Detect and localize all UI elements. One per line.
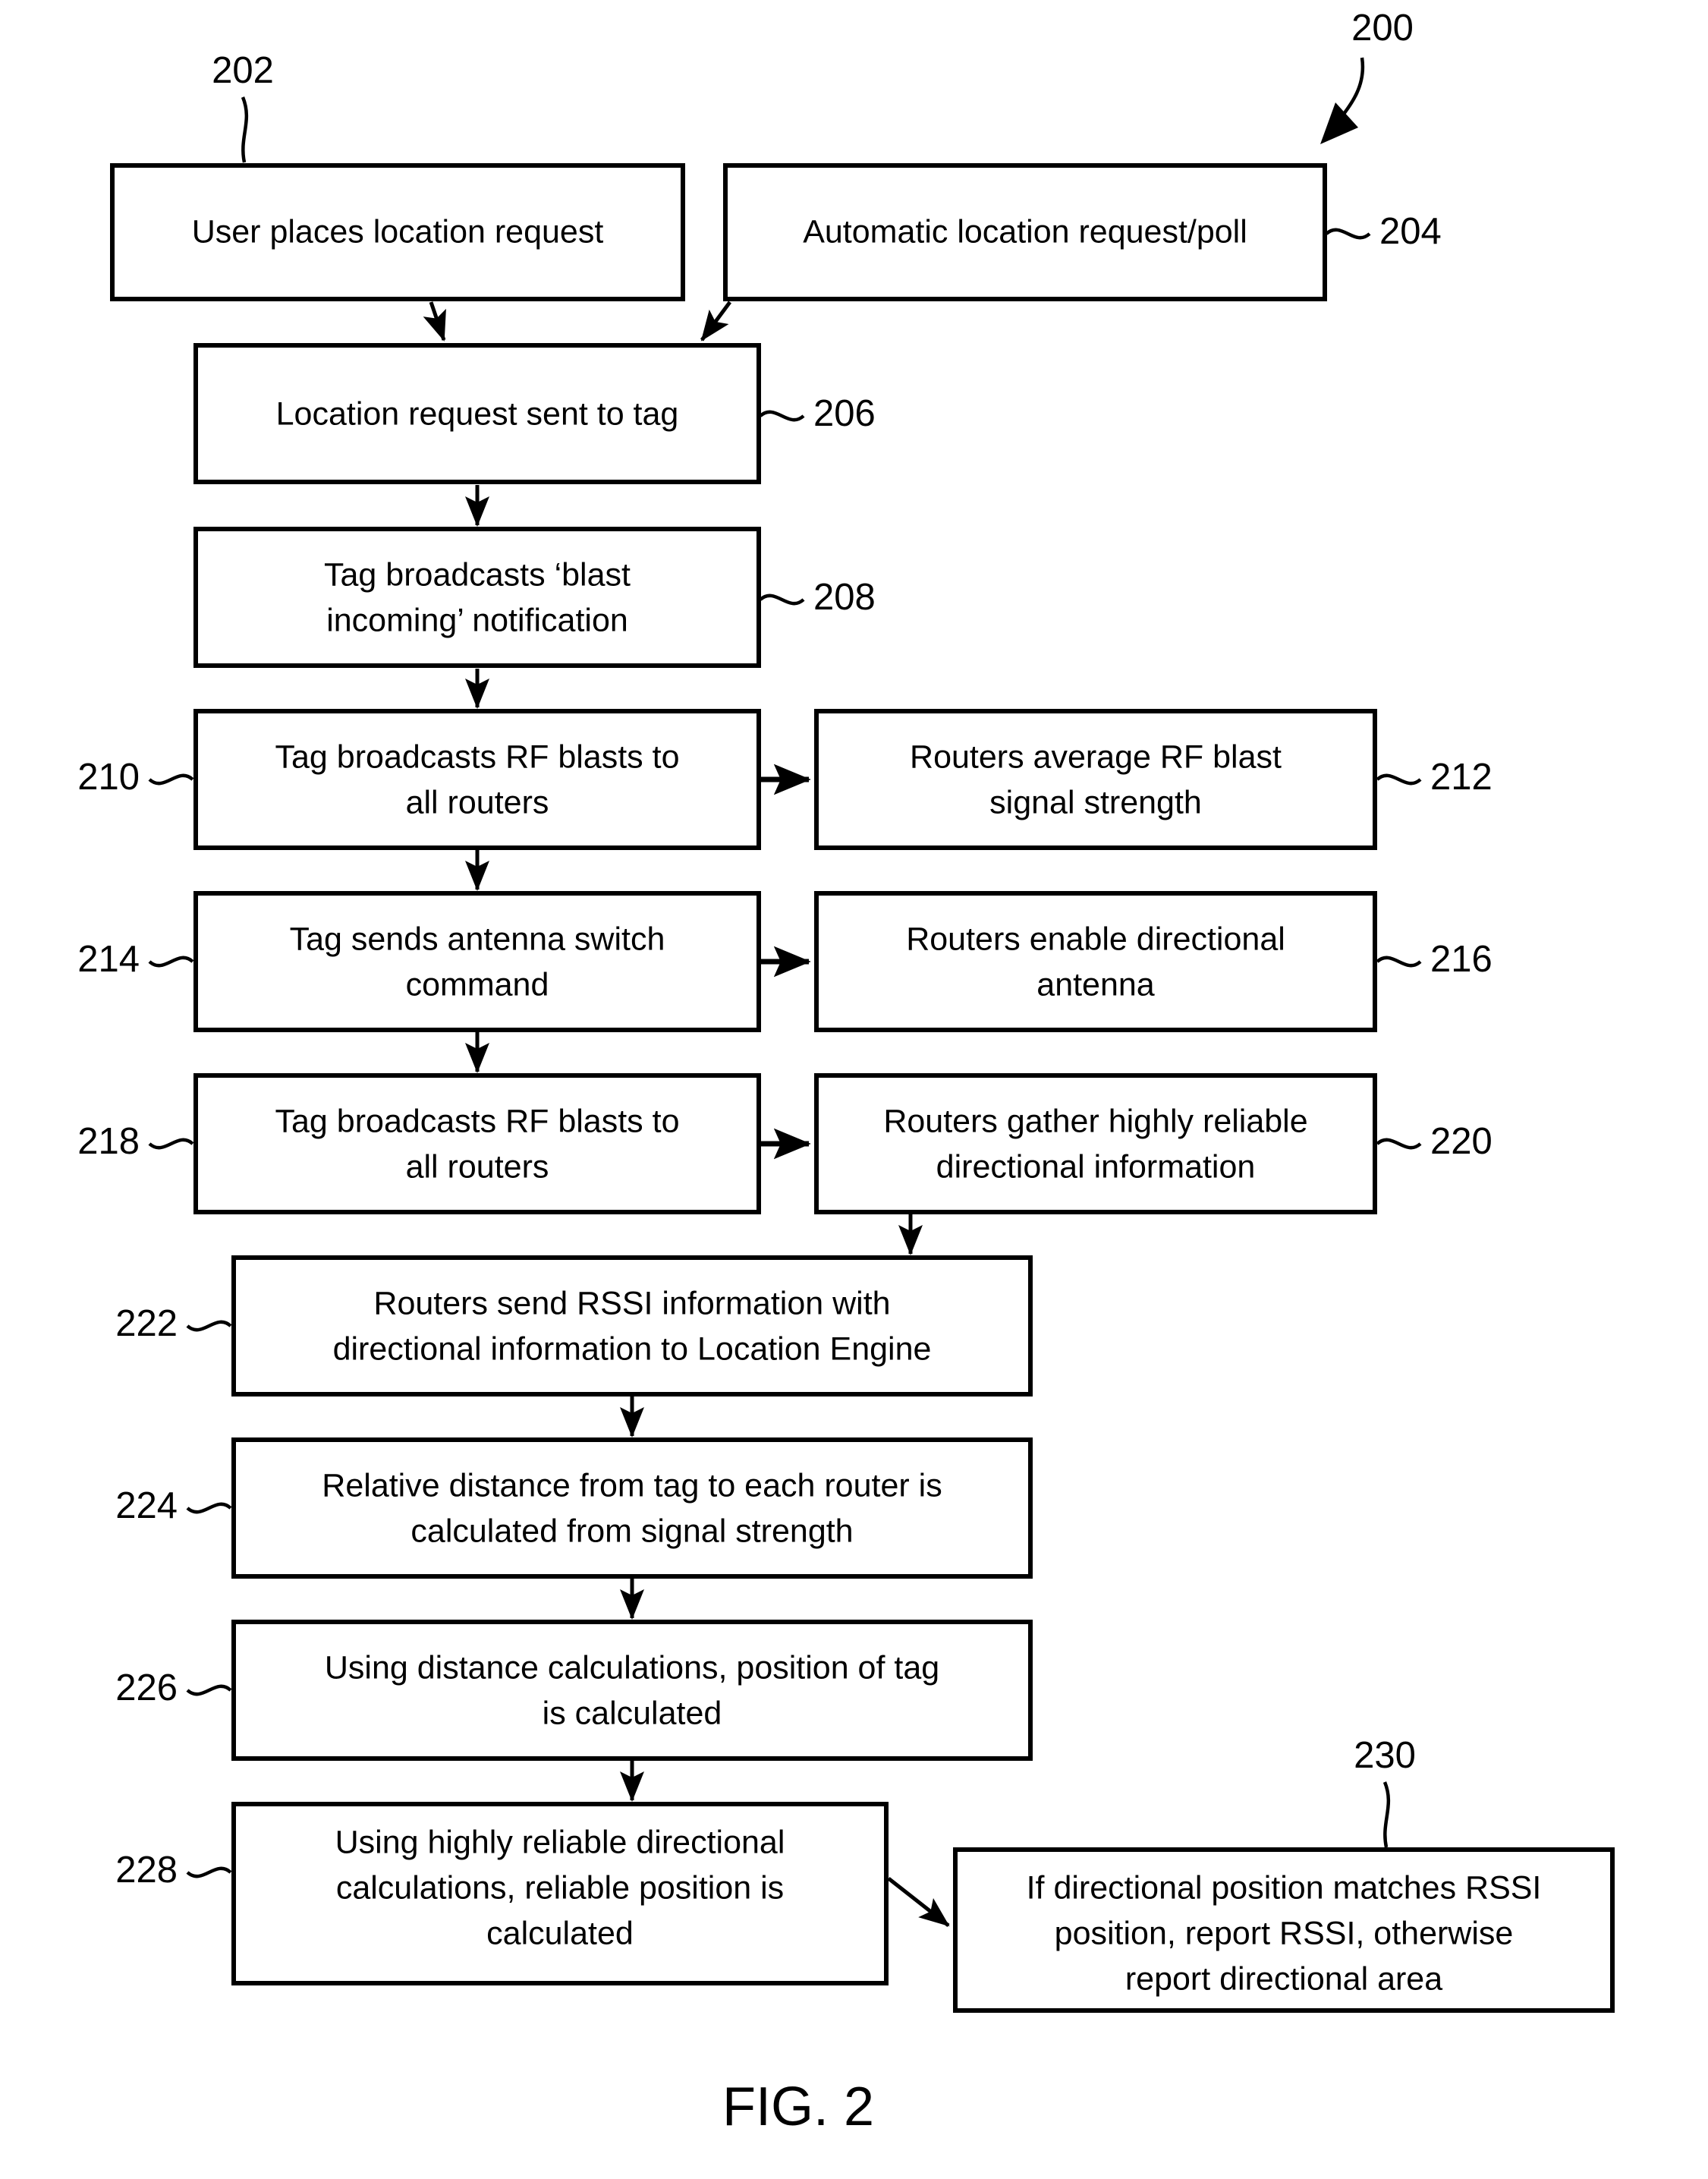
node-204-line-0: Automatic location request/poll — [803, 213, 1247, 250]
edge-202-to-206 — [423, 301, 446, 342]
node-212-leader — [1376, 773, 1422, 786]
node-212-line-0: Routers average RF blast — [910, 738, 1282, 775]
node-216-line-0: Routers enable directional — [906, 921, 1285, 957]
node-230-line-1: position, report RSSI, otherwise — [1055, 1915, 1514, 1951]
patent-figure-2: 200 User places location request 202 Aut… — [0, 0, 1708, 2179]
node-214-ref: 214 — [77, 939, 140, 980]
node-224-line-1: calculated from signal strength — [410, 1513, 853, 1549]
node-206-leader — [759, 410, 805, 422]
node-208-line-0: Tag broadcasts ‘blast — [324, 556, 631, 593]
node-218-ref: 218 — [77, 1121, 140, 1162]
node-226-leader — [186, 1684, 232, 1696]
node-224-ref: 224 — [115, 1485, 178, 1526]
edge-228-to-230 — [887, 1877, 950, 1927]
node-224-line-0: Relative distance from tag to each route… — [322, 1467, 942, 1504]
node-228-line-0: Using highly reliable directional — [335, 1824, 785, 1860]
node-230-line-0: If directional position matches RSSI — [1027, 1869, 1542, 1906]
node-214-line-0: Tag sends antenna switch — [290, 921, 665, 957]
node-202-line-0: User places location request — [192, 213, 604, 250]
node-220-box — [814, 1073, 1377, 1214]
node-216-ref: 216 — [1430, 939, 1493, 980]
node-214-box — [193, 891, 761, 1032]
node-216-leader — [1376, 956, 1422, 968]
node-218-leader — [148, 1138, 194, 1150]
node-228-leader — [186, 1866, 232, 1878]
node-208-line-1: incoming’ notification — [326, 602, 628, 638]
node-220-ref: 220 — [1430, 1121, 1493, 1162]
node-210-ref: 210 — [77, 757, 140, 798]
node-210-leader — [148, 773, 194, 786]
node-224-leader — [186, 1502, 232, 1514]
node-228-line-2: calculated — [486, 1915, 634, 1951]
node-216-box — [814, 891, 1377, 1032]
node-208-box — [193, 527, 761, 668]
node-210-box — [193, 709, 761, 850]
node-224-box — [231, 1437, 1033, 1579]
node-204-leader — [1325, 228, 1371, 240]
node-210-line-0: Tag broadcasts RF blasts to — [275, 738, 680, 775]
node-220-line-1: directional information — [936, 1148, 1256, 1185]
node-230-line-2: report directional area — [1125, 1960, 1442, 1997]
node-208-ref: 208 — [813, 577, 876, 618]
node-222-line-0: Routers send RSSI information with — [373, 1285, 890, 1321]
node-222-leader — [186, 1320, 232, 1332]
figure-caption: FIG. 2 — [722, 2077, 874, 2137]
node-204-ref: 204 — [1379, 211, 1442, 252]
node-210-line-1: all routers — [406, 784, 549, 820]
node-218-line-0: Tag broadcasts RF blasts to — [275, 1103, 680, 1139]
node-206-ref: 206 — [813, 393, 876, 434]
node-222-line-1: directional information to Location Engi… — [333, 1330, 932, 1367]
node-212-box — [814, 709, 1377, 850]
node-226-line-0: Using distance calculations, position of… — [325, 1649, 939, 1686]
node-220-leader — [1376, 1138, 1422, 1150]
node-214-leader — [148, 956, 194, 968]
edge-204-to-206 — [700, 301, 732, 342]
node-212-line-1: signal strength — [989, 784, 1202, 820]
node-218-line-1: all routers — [406, 1148, 549, 1185]
node-228-ref: 228 — [115, 1850, 178, 1891]
node-226-ref: 226 — [115, 1667, 178, 1708]
figure-ref-arrowhead — [1320, 102, 1358, 144]
node-220-line-0: Routers gather highly reliable — [883, 1103, 1307, 1139]
node-228-line-1: calculations, reliable position is — [336, 1869, 784, 1906]
node-226-box — [231, 1620, 1033, 1761]
node-212-ref: 212 — [1430, 757, 1493, 798]
node-208-leader — [759, 594, 805, 606]
node-222-ref: 222 — [115, 1303, 178, 1344]
figure-ref-200: 200 — [1351, 8, 1414, 49]
node-226-line-1: is calculated — [543, 1695, 722, 1731]
flowchart-canvas: 200 User places location request 202 Aut… — [77, 8, 1615, 2137]
node-230-ref: 230 — [1354, 1735, 1416, 1776]
node-206-line-0: Location request sent to tag — [276, 395, 679, 432]
node-218-box — [193, 1073, 761, 1214]
node-230-leader — [1382, 1781, 1391, 1848]
node-202-leader — [241, 96, 249, 163]
node-214-line-1: command — [406, 966, 549, 1003]
node-216-line-1: antenna — [1036, 966, 1155, 1003]
node-202-ref: 202 — [212, 50, 274, 91]
node-222-box — [231, 1255, 1033, 1397]
